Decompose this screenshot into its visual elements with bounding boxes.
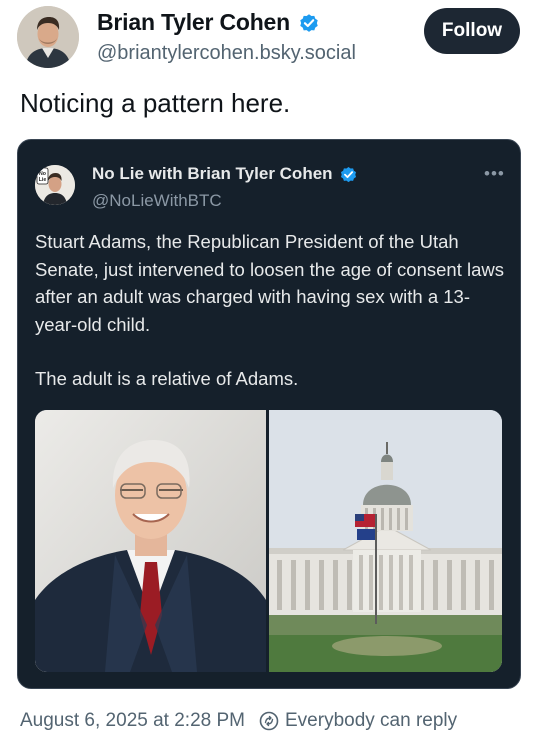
quoted-paragraph: Stuart Adams, the Republican President o… (35, 231, 504, 335)
quoted-post-body: Stuart Adams, the Republican President o… (35, 228, 505, 393)
avatar[interactable] (17, 6, 79, 68)
reply-settings-icon (259, 711, 279, 731)
svg-text:Lie: Lie (39, 177, 47, 183)
author-name-row: Brian Tyler Cohen (97, 9, 320, 36)
author-handle[interactable]: @briantylercohen.bsky.social (97, 42, 356, 65)
post-footer: August 6, 2025 at 2:28 PM Everybody can … (20, 710, 457, 732)
author-photo (17, 6, 79, 68)
portrait-image (35, 410, 266, 672)
post-timestamp[interactable]: August 6, 2025 at 2:28 PM (20, 710, 245, 732)
quoted-name-row: No Lie with Brian Tyler Cohen (92, 164, 358, 184)
post-header: Brian Tyler Cohen @briantylercohen.bsky.… (0, 0, 543, 80)
post-text: Noticing a pattern here. (20, 88, 291, 118)
more-options-icon[interactable]: ••• (484, 164, 505, 184)
follow-button[interactable]: Follow (424, 8, 520, 54)
quoted-post-card[interactable]: No Lie No Lie with Brian Tyler Cohen @No… (17, 139, 521, 689)
author-display-name[interactable]: Brian Tyler Cohen (97, 9, 290, 36)
capitol-image (269, 410, 502, 672)
quoted-handle[interactable]: @NoLieWithBTC (92, 191, 222, 211)
capitol-photo[interactable] (269, 410, 502, 672)
verified-badge-icon (300, 13, 318, 32)
media-gallery[interactable] (35, 410, 502, 672)
quoted-display-name[interactable]: No Lie with Brian Tyler Cohen (92, 164, 333, 184)
quoted-avatar[interactable]: No Lie (35, 165, 75, 205)
portrait-photo[interactable] (35, 410, 266, 672)
verified-badge-icon (340, 166, 356, 182)
quoted-avatar-photo: No Lie (35, 165, 75, 205)
quoted-paragraph: The adult is a relative of Adams. (35, 368, 299, 389)
reply-setting-label[interactable]: Everybody can reply (285, 710, 457, 732)
